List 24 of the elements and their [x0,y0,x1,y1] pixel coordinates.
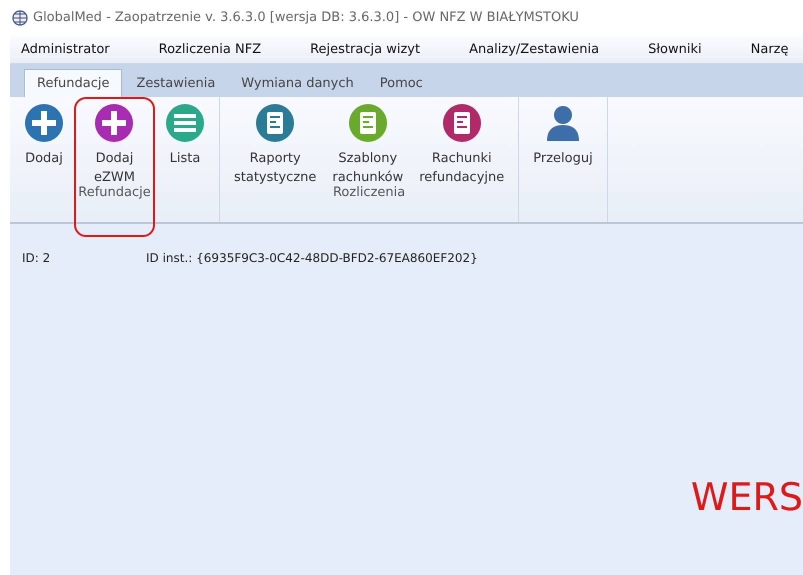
window-title: GlobalMed - Zaopatrzenie v. 3.6.3.0 [wersja DB: 3.6.3.0] - OW NFZ W BIAŁYMSTOKU [33,10,579,25]
ribbon-tab[interactable]: Wymiana danych [229,70,366,97]
ribbon-button[interactable]: Raporty statystyczne [228,103,322,187]
ribbon-tab[interactable]: Refundacje [24,69,122,97]
menu-item[interactable]: Rozliczenia NFZ [148,42,262,56]
id-label: ID: 2 [22,251,52,265]
instance-id-label: ID inst.: {6935F9C3-0C42-48DD-BFD2-67EA860EF202} [146,251,478,265]
group-label: Refundacje [78,185,151,200]
globe-icon [12,10,28,26]
ribbon-button[interactable]: Dodaj [18,103,70,168]
ribbon-button[interactable]: Lista [158,103,211,168]
ribbon-tab[interactable]: Zestawienia [124,70,228,97]
version-text: WERS [690,475,803,519]
menu-item[interactable]: Narzę [740,42,788,56]
menu-item[interactable]: Analizy/Zestawienia [458,42,600,56]
ribbon-button[interactable]: Rachunki refundacyjne [413,103,510,187]
ribbon-button[interactable]: Przeloguj [527,103,599,168]
menu-item[interactable]: Administrator [10,42,110,56]
ribbon-tab[interactable]: Pomoc [368,70,435,97]
menu-item[interactable]: Słowniki [637,42,702,56]
ribbon-button[interactable]: Szablony rachunków [326,103,410,187]
menu-item[interactable]: Rejestracja wizyt [299,42,420,56]
ribbon-button[interactable]: Dodaj eZWM [88,103,141,187]
group-label: Rozliczenia [332,185,406,200]
